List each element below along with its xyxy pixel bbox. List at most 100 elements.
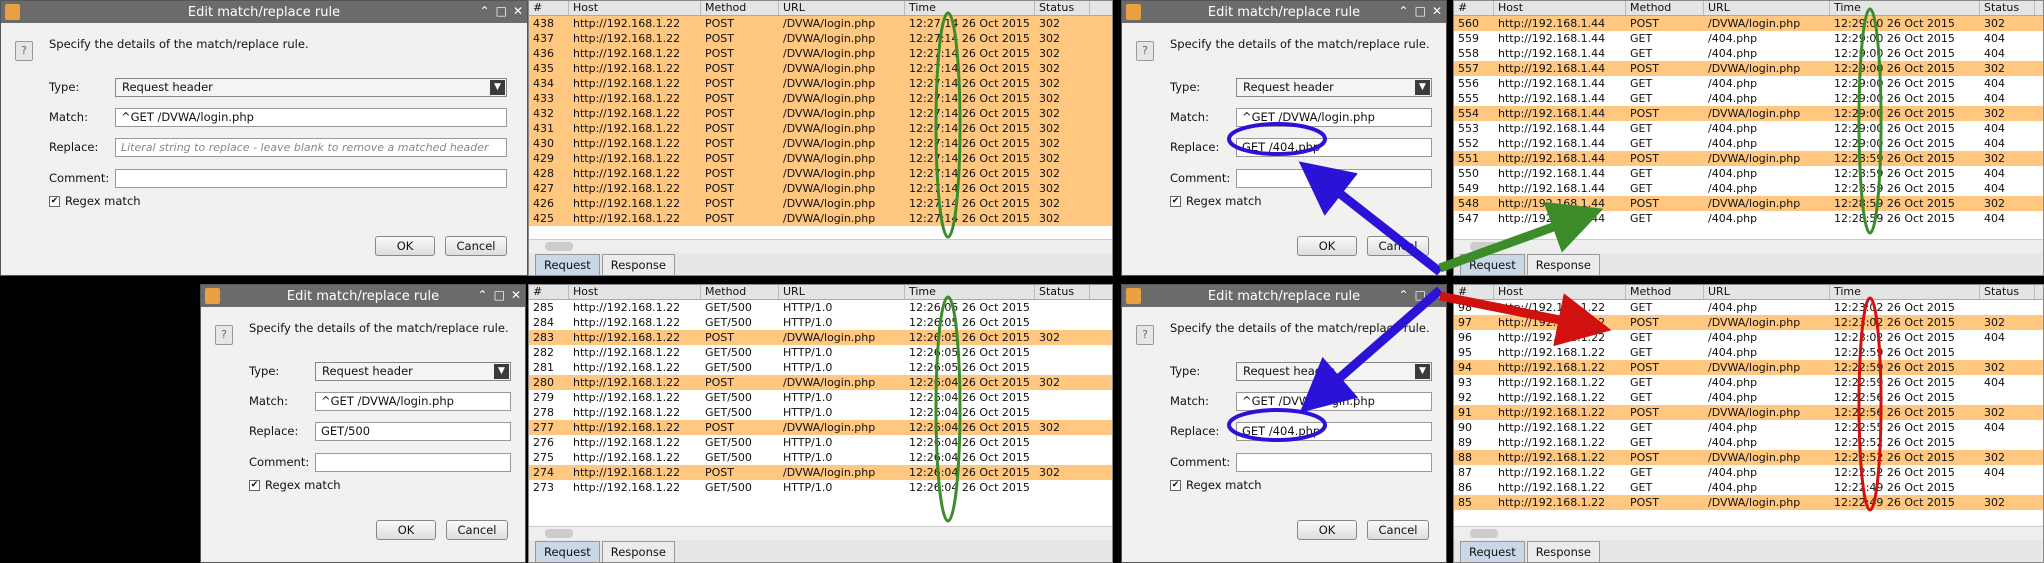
column-header-2[interactable]: Method <box>1626 285 1704 299</box>
checkbox-checked-icon[interactable]: ✔ <box>1170 479 1181 491</box>
tab-request[interactable]: Request <box>535 541 600 562</box>
table-row[interactable]: 557 http://192.168.1.44 POST/DVWA/login.ph… <box>1454 61 2043 76</box>
scrollbar-thumb[interactable] <box>545 529 573 538</box>
column-header-5[interactable]: Status <box>1035 1 1090 15</box>
table-row[interactable]: 432 http://192.168.1.22 POST/DVWA/login.ph… <box>529 106 1112 121</box>
table-row[interactable]: 281 http://192.168.1.22 GET/500 HTTP/1.0 12:… <box>529 360 1112 375</box>
tab-response[interactable]: Response <box>601 541 675 562</box>
table-row[interactable]: 284 http://192.168.1.22 GET/500 HTTP/1.0 12:… <box>529 315 1112 330</box>
comment-field[interactable] <box>115 169 507 188</box>
table-row[interactable]: 550 http://192.168.1.44 GET/404.php 12:28:5… <box>1454 166 2043 181</box>
column-header-1[interactable]: Host <box>569 285 701 299</box>
table-row[interactable]: 556 http://192.168.1.44 GET/404.php 12:29:0… <box>1454 76 2043 91</box>
table-row[interactable]: 431 http://192.168.1.22 POST/DVWA/login.ph… <box>529 121 1112 136</box>
comment-field[interactable] <box>1236 453 1432 472</box>
close-icon[interactable]: ✕ <box>513 4 523 18</box>
maximize-icon[interactable]: □ <box>496 4 507 18</box>
tab-response[interactable]: Response <box>1526 541 1600 562</box>
table-row[interactable]: 94 http://192.168.1.22 POST/DVWA/login.php… <box>1454 360 2043 375</box>
replace-field[interactable]: GET /404.php <box>1236 138 1432 157</box>
table-row[interactable]: 90 http://192.168.1.22 GET/404.php 12:22:55… <box>1454 420 2043 435</box>
match-field[interactable]: ^GET /DVWA/login.php <box>115 108 507 127</box>
table-row[interactable]: 89 http://192.168.1.22 GET/404.php 12:22:52… <box>1454 435 2043 450</box>
cancel-button[interactable]: Cancel <box>1367 236 1429 256</box>
tab-request[interactable]: Request <box>1460 254 1525 275</box>
table-row[interactable]: 275 http://192.168.1.22 GET/500 HTTP/1.0 12:… <box>529 450 1112 465</box>
horizontal-scrollbar[interactable] <box>529 526 1112 540</box>
regex-checkbox[interactable]: ✔ Regex match <box>49 194 141 208</box>
chevron-down-icon[interactable]: ▼ <box>494 364 509 379</box>
column-header-2[interactable]: Method <box>1626 1 1704 15</box>
type-select[interactable]: Request header <box>1236 78 1432 97</box>
ok-button[interactable]: OK <box>376 520 436 540</box>
table-row[interactable]: 87 http://192.168.1.22 GET/404.php 12:22:52… <box>1454 465 2043 480</box>
scrollbar-thumb[interactable] <box>545 242 573 251</box>
type-select[interactable]: Request header <box>315 362 511 381</box>
column-header-3[interactable]: URL <box>779 1 905 15</box>
table-row[interactable]: 555 http://192.168.1.44 GET/404.php 12:29:0… <box>1454 91 2043 106</box>
column-header-3[interactable]: URL <box>1704 1 1830 15</box>
horizontal-scrollbar[interactable] <box>1454 239 2043 253</box>
table-row[interactable]: 86 http://192.168.1.22 GET/404.php 12:22:49… <box>1454 480 2043 495</box>
match-field[interactable]: ^GET /DVWA/login.php <box>315 392 511 411</box>
ok-button[interactable]: OK <box>375 236 435 256</box>
scrollbar-thumb[interactable] <box>1470 242 1498 251</box>
table-row[interactable]: 277 http://192.168.1.22 POST/DVWA/login.ph… <box>529 420 1112 435</box>
table-row[interactable]: 282 http://192.168.1.22 GET/500 HTTP/1.0 12:… <box>529 345 1112 360</box>
close-icon[interactable]: ✕ <box>1432 4 1442 18</box>
table-row[interactable]: 548 http://192.168.1.44 POST/DVWA/login.ph… <box>1454 196 2043 211</box>
table-row[interactable]: 429 http://192.168.1.22 POST/DVWA/login.ph… <box>529 151 1112 166</box>
ok-button[interactable]: OK <box>1297 236 1357 256</box>
column-header-1[interactable]: Host <box>1494 285 1626 299</box>
column-header-1[interactable]: Host <box>569 1 701 15</box>
table-row[interactable]: 549 http://192.168.1.44 GET/404.php 12:28:5… <box>1454 181 2043 196</box>
table-row[interactable]: 91 http://192.168.1.22 POST/DVWA/login.php… <box>1454 405 2043 420</box>
checkbox-checked-icon[interactable]: ✔ <box>249 479 260 491</box>
horizontal-scrollbar[interactable] <box>529 239 1112 253</box>
ok-button[interactable]: OK <box>1297 520 1357 540</box>
table-row[interactable]: 279 http://192.168.1.22 GET/500 HTTP/1.0 12:… <box>529 390 1112 405</box>
pin-icon[interactable]: ⌃ <box>480 4 490 18</box>
regex-checkbox[interactable]: ✔ Regex match <box>1170 194 1262 208</box>
column-header-3[interactable]: URL <box>779 285 905 299</box>
column-header-0[interactable]: # <box>1454 285 1494 299</box>
regex-checkbox[interactable]: ✔ Regex match <box>1170 478 1262 492</box>
replace-field[interactable]: Literal string to replace - leave blank … <box>115 138 507 157</box>
table-row[interactable]: 430 http://192.168.1.22 POST/DVWA/login.ph… <box>529 136 1112 151</box>
column-header-4[interactable]: Time <box>905 1 1035 15</box>
pin-icon[interactable]: ⌃ <box>478 288 488 302</box>
column-header-2[interactable]: Method <box>701 285 779 299</box>
comment-field[interactable] <box>315 453 511 472</box>
table-row[interactable]: 435 http://192.168.1.22 POST/DVWA/login.ph… <box>529 61 1112 76</box>
column-header-4[interactable]: Time <box>1830 285 1980 299</box>
maximize-icon[interactable]: □ <box>494 288 505 302</box>
table-row[interactable]: 274 http://192.168.1.22 POST/DVWA/login.ph… <box>529 465 1112 480</box>
maximize-icon[interactable]: □ <box>1415 4 1426 18</box>
table-row[interactable]: 551 http://192.168.1.44 POST/DVWA/login.ph… <box>1454 151 2043 166</box>
scrollbar-thumb[interactable] <box>1470 529 1498 538</box>
cancel-button[interactable]: Cancel <box>446 520 508 540</box>
table-row[interactable]: 558 http://192.168.1.44 GET/404.php 12:29:0… <box>1454 46 2043 61</box>
table-row[interactable]: 92 http://192.168.1.22 GET/404.php 12:22:56… <box>1454 390 2043 405</box>
replace-field[interactable]: GET/500 <box>315 422 511 441</box>
pin-icon[interactable]: ⌃ <box>1399 4 1409 18</box>
comment-field[interactable] <box>1236 169 1432 188</box>
table-row[interactable]: 283 http://192.168.1.22 POST/DVWA/login.ph… <box>529 330 1112 345</box>
table-row[interactable]: 280 http://192.168.1.22 POST/DVWA/login.ph… <box>529 375 1112 390</box>
column-header-4[interactable]: Time <box>1830 1 1980 15</box>
table-row[interactable]: 552 http://192.168.1.44 GET/404.php 12:29:0… <box>1454 136 2043 151</box>
chevron-down-icon[interactable]: ▼ <box>490 80 505 95</box>
column-header-5[interactable]: Status <box>1980 1 2035 15</box>
table-row[interactable]: 428 http://192.168.1.22 POST/DVWA/login.ph… <box>529 166 1112 181</box>
table-row[interactable]: 559 http://192.168.1.44 GET/404.php 12:29:0… <box>1454 31 2043 46</box>
column-header-4[interactable]: Time <box>905 285 1035 299</box>
table-row[interactable]: 285 http://192.168.1.22 GET/500 HTTP/1.0 12:… <box>529 300 1112 315</box>
table-row[interactable]: 434 http://192.168.1.22 POST/DVWA/login.ph… <box>529 76 1112 91</box>
table-row[interactable]: 437 http://192.168.1.22 POST/DVWA/login.ph… <box>529 31 1112 46</box>
table-row[interactable]: 273 http://192.168.1.22 GET/500 HTTP/1.0 12:… <box>529 480 1112 495</box>
pin-icon[interactable]: ⌃ <box>1399 288 1409 302</box>
table-row[interactable]: 93 http://192.168.1.22 GET/404.php 12:22:59… <box>1454 375 2043 390</box>
column-header-0[interactable]: # <box>1454 1 1494 15</box>
table-row[interactable]: 436 http://192.168.1.22 POST/DVWA/login.ph… <box>529 46 1112 61</box>
table-row[interactable]: 554 http://192.168.1.44 POST/DVWA/login.ph… <box>1454 106 2043 121</box>
